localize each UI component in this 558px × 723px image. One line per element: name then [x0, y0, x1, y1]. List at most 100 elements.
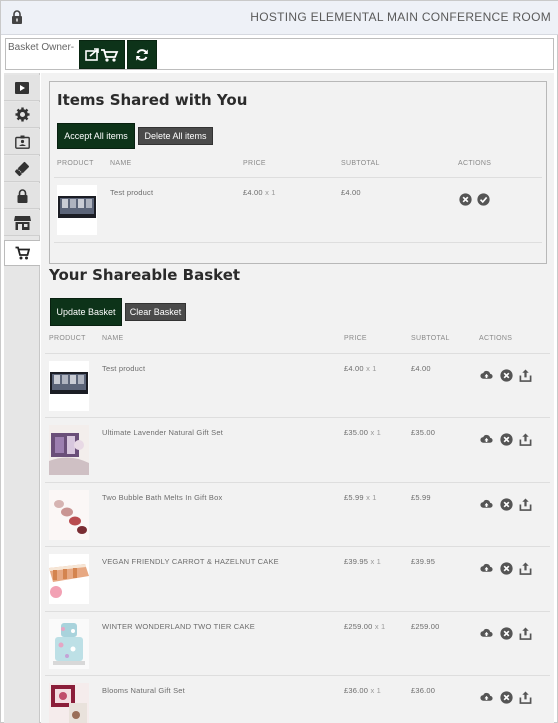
cloud-upload-icon[interactable] [480, 433, 493, 446]
accept-all-button[interactable]: Accept All items [57, 123, 135, 149]
product-thumbnail[interactable] [49, 490, 89, 540]
basket-title: Your Shareable Basket [49, 266, 241, 284]
refresh-button[interactable] [127, 40, 157, 69]
product-image [49, 425, 89, 475]
item-price: £259.00 x 1 [344, 622, 386, 631]
cloud-upload-icon[interactable] [480, 691, 493, 704]
share-icon[interactable] [519, 562, 532, 575]
item-name: Blooms Natural Gift Set [102, 686, 185, 695]
product-thumbnail[interactable] [49, 683, 89, 723]
room-title: HOSTING ELEMENTAL MAIN CONFERENCE ROOM [250, 10, 551, 24]
row-divider [45, 546, 550, 547]
item-name: Test product [110, 188, 154, 197]
share-icon[interactable] [519, 691, 532, 704]
row-divider [54, 242, 542, 243]
clear-basket-button[interactable]: Clear Basket [125, 303, 186, 321]
item-price: £4.00 x 1 [344, 364, 377, 373]
delete-all-button[interactable]: Delete All items [138, 127, 213, 145]
product-thumbnail[interactable] [49, 361, 89, 411]
column-header-price: PRICE [243, 160, 266, 167]
item-price: £39.95 x 1 [344, 557, 382, 566]
row-divider [45, 611, 550, 612]
lock-icon [17, 188, 27, 203]
cloud-upload-icon[interactable] [480, 562, 493, 575]
sidebar-item-store[interactable] [4, 210, 40, 236]
item-subtotal: £4.00 [411, 364, 431, 373]
item-name: Two Bubble Bath Melts In Gift Box [102, 493, 223, 502]
column-header-actions: ACTIONS [458, 160, 492, 167]
item-price: £35.00 x 1 [344, 428, 382, 437]
sidebar-item-video[interactable] [4, 75, 40, 101]
sidebar-item-ticket[interactable] [4, 156, 40, 182]
row-divider [45, 417, 550, 418]
item-name: Test product [102, 364, 146, 373]
product-image [49, 619, 89, 669]
refresh-icon [136, 48, 148, 61]
app-window: HOSTING ELEMENTAL MAIN CONFERENCE ROOM B… [0, 0, 558, 723]
play-icon [15, 81, 29, 94]
remove-icon[interactable] [500, 498, 513, 511]
remove-icon[interactable] [500, 691, 513, 704]
ticket-icon [14, 161, 30, 176]
item-subtotal: £4.00 [341, 188, 361, 197]
reject-icon[interactable] [459, 193, 472, 206]
share-icon[interactable] [519, 498, 532, 511]
cloud-upload-icon[interactable] [480, 498, 493, 511]
share-cart-icon [85, 47, 119, 62]
column-header-subtotal: SUBTOTAL [341, 160, 380, 167]
sidebar-item-settings[interactable] [4, 102, 40, 128]
remove-icon[interactable] [500, 562, 513, 575]
column-header-name: NAME [102, 335, 124, 342]
product-image [57, 185, 97, 235]
share-icon[interactable] [519, 369, 532, 382]
item-subtotal: £5.99 [411, 493, 431, 502]
sidebar-item-basket[interactable] [4, 240, 40, 266]
basket-owner-label: Basket Owner- [8, 42, 75, 53]
product-image [49, 361, 89, 411]
accept-check-icon[interactable] [477, 193, 490, 206]
item-price: £36.00 x 1 [344, 686, 382, 695]
column-header-product: PRODUCT [57, 160, 94, 167]
item-price: £5.99 x 1 [344, 493, 377, 502]
remove-icon[interactable] [500, 627, 513, 640]
remove-icon[interactable] [500, 433, 513, 446]
share-cart-button[interactable] [79, 40, 125, 69]
share-icon[interactable] [519, 627, 532, 640]
row-divider [45, 482, 550, 483]
product-thumbnail[interactable] [49, 619, 89, 669]
update-basket-button[interactable]: Update Basket [50, 298, 122, 326]
item-name: WINTER WONDERLAND TWO TIER CAKE [102, 622, 256, 631]
sidebar-item-id-badge[interactable] [4, 129, 40, 155]
column-header-actions: ACTIONS [479, 335, 513, 342]
gear-icon [14, 107, 30, 122]
shared-items-title: Items Shared with You [57, 91, 248, 109]
shared-items-panel: Items Shared with You Accept All items D… [49, 81, 547, 264]
sidebar [4, 73, 40, 723]
column-header-subtotal: SUBTOTAL [411, 335, 450, 342]
id-badge-icon [14, 135, 30, 149]
row-divider [45, 353, 550, 354]
item-subtotal: £259.00 [411, 622, 440, 631]
item-subtotal: £35.00 [411, 428, 436, 437]
sidebar-item-lock[interactable] [4, 183, 40, 209]
item-subtotal: £36.00 [411, 686, 436, 695]
product-image [49, 683, 89, 723]
product-image [49, 490, 89, 540]
item-subtotal: £39.95 [411, 557, 436, 566]
product-thumbnail[interactable] [57, 185, 97, 235]
cloud-upload-icon[interactable] [480, 369, 493, 382]
remove-icon[interactable] [500, 369, 513, 382]
row-divider [54, 177, 542, 178]
item-price: £4.00 x 1 [243, 188, 276, 197]
product-thumbnail[interactable] [49, 425, 89, 475]
product-thumbnail[interactable] [49, 554, 89, 604]
cart-icon [15, 246, 30, 260]
column-header-name: NAME [110, 160, 132, 167]
item-name: VEGAN FRIENDLY CARROT & HAZELNUT CAKE [102, 557, 279, 566]
item-name: Ultimate Lavender Natural Gift Set [102, 428, 224, 437]
cloud-upload-icon[interactable] [480, 627, 493, 640]
lock-icon[interactable] [11, 10, 23, 24]
basket-owner-bar: Basket Owner- [5, 38, 554, 70]
column-header-product: PRODUCT [49, 335, 86, 342]
share-icon[interactable] [519, 433, 532, 446]
